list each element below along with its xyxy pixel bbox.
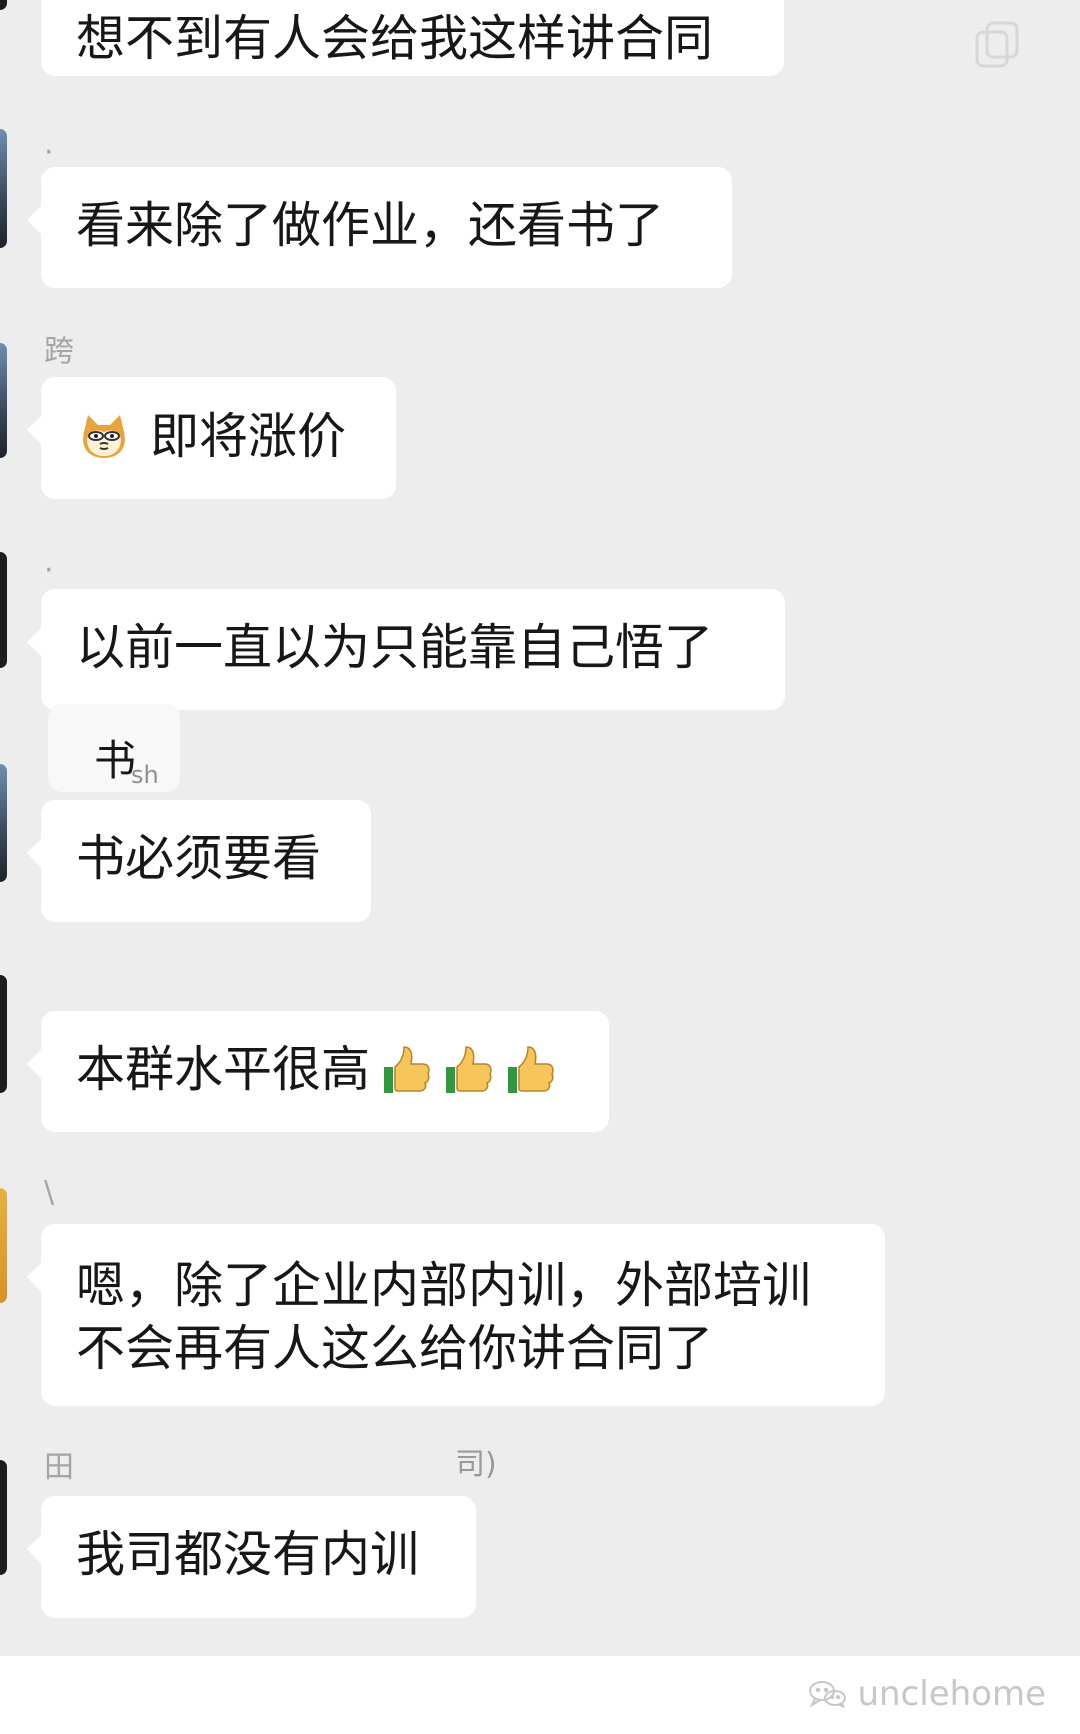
- message-text: 想不到有人会给我这样讲合同: [76, 10, 714, 67]
- message-text: 本群水平很高: [76, 1041, 371, 1098]
- brand-name: unclehome: [857, 1674, 1046, 1714]
- message-bubble[interactable]: 即将涨价: [27, 377, 396, 499]
- sender-name: \: [44, 1175, 55, 1210]
- message-text: 即将涨价: [150, 408, 347, 465]
- message-text: 看来除了做作业，还看书了: [76, 197, 665, 254]
- avatar[interactable]: [0, 129, 7, 248]
- wechat-logo-icon: [809, 1681, 847, 1708]
- sender-name: ·: [44, 135, 54, 170]
- avatar[interactable]: [0, 0, 7, 10]
- message-bubble[interactable]: 嗯，除了企业内部内训，外部培训不会再有人这么给你讲合同了: [27, 1224, 885, 1406]
- thumbs-up-icon: [384, 1046, 430, 1093]
- message-bubble[interactable]: 本群水平很高: [27, 1011, 609, 1132]
- sender-name-tail: 司): [455, 1447, 497, 1482]
- avatar[interactable]: [0, 764, 7, 882]
- avatar[interactable]: [0, 343, 7, 458]
- partial-message-subtext: sh: [131, 761, 159, 789]
- avatar[interactable]: [0, 975, 7, 1093]
- message-bubble[interactable]: 我司都没有内训: [27, 1496, 476, 1618]
- message-text: 以前一直以为只能靠自己悟了: [76, 619, 714, 676]
- sender-name: 跨: [44, 334, 74, 369]
- message-bubble[interactable]: 看来除了做作业，还看书了: [27, 167, 732, 288]
- thumbs-up-icon: [508, 1046, 554, 1093]
- message-bubble[interactable]: 想不到有人会给我这样讲合同: [41, 0, 784, 76]
- copy-icon[interactable]: [969, 16, 1025, 72]
- message-bubble[interactable]: 书必须要看: [27, 800, 371, 922]
- avatar[interactable]: [0, 552, 7, 668]
- message-text: 嗯，除了企业内部内训，外部培训不会再有人这么给你讲合同了: [76, 1257, 812, 1377]
- message-text: 我司都没有内训: [76, 1526, 420, 1583]
- thumbs-up-icon: [446, 1046, 492, 1093]
- avatar[interactable]: [0, 1460, 7, 1575]
- partial-message-text: 书: [94, 736, 137, 785]
- message-bubble[interactable]: 以前一直以为只能靠自己悟了: [27, 589, 785, 710]
- sender-name: 田: [44, 1450, 74, 1485]
- avatar[interactable]: [0, 1188, 7, 1303]
- message-text: 书必须要看: [76, 830, 322, 887]
- sender-name: ·: [44, 553, 54, 588]
- chat-transcript: 想不到有人会给我这样讲合同 · 看来除了做作业，还看书了 跨 即将涨价 · 以前…: [0, 0, 1080, 1656]
- footer-watermark-area: unclehome: [0, 1656, 1080, 1734]
- brand-watermark: unclehome: [807, 1670, 1046, 1718]
- shiba-face-icon: [83, 415, 125, 458]
